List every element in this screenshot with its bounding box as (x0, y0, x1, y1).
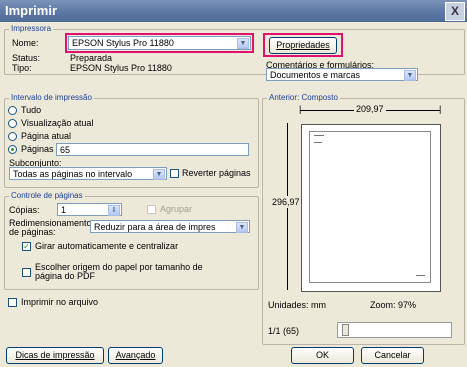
dialog-title: Imprimir (5, 3, 58, 18)
cancel-label: Cancelar (374, 350, 411, 360)
print-to-file-label: Imprimir no arquivo (21, 297, 99, 307)
print-tips-button[interactable]: Dicas de impressão (6, 347, 104, 364)
radio-current-page[interactable] (8, 132, 17, 141)
subset-select[interactable]: Todas as páginas no intervalo ▼ (9, 167, 167, 180)
preview-footer-line (416, 275, 425, 276)
title-bar: Imprimir X (0, 0, 467, 22)
preview-content-frame (309, 131, 431, 283)
page-counter: 1/1 (65) (268, 326, 300, 336)
advanced-label: Avançado (115, 350, 156, 360)
type-label: Tipo: (12, 63, 32, 73)
scaling-label-line2: de páginas: (9, 227, 56, 237)
ok-button[interactable]: OK (291, 347, 354, 364)
chevron-down-icon: ▼ (404, 70, 416, 81)
radio-current-page-label: Página atual (21, 131, 72, 141)
properties-highlight (263, 33, 343, 57)
preview-label: Anterior: Composto (267, 93, 340, 102)
advanced-button[interactable]: Avançado (108, 347, 163, 364)
print-dialog: Imprimir X Impressora Nome: EPSON Stylus… (0, 0, 467, 367)
radio-pages-label: Páginas (21, 144, 54, 154)
reverse-pages-label: Reverter páginas (182, 168, 251, 178)
print-tips-label: Dicas de impressão (15, 350, 95, 360)
spinner-icon[interactable]: ⇕ (108, 205, 120, 216)
copies-value: 1 (61, 205, 67, 215)
width-arrow-left: | (299, 104, 302, 114)
collate-label: Agrupar (160, 204, 193, 214)
close-icon[interactable]: X (445, 2, 465, 21)
comments-select-value: Documentos e marcas (270, 70, 361, 80)
width-arrow-right: | (439, 104, 442, 114)
copies-stepper[interactable]: 1 ⇕ (57, 203, 122, 216)
radio-current-view-label: Visualização atual (21, 118, 94, 128)
scaling-select[interactable]: Reduzir para a área de impres ▼ (90, 220, 250, 233)
units-label: Unidades: mm (268, 300, 327, 310)
status-label: Status: (12, 53, 41, 63)
status-value: Preparada (70, 53, 113, 63)
page-slider-thumb[interactable] (342, 324, 349, 336)
paper-source-checkbox[interactable] (22, 268, 31, 277)
pages-input-value: 65 (60, 145, 71, 155)
chevron-down-icon: ▼ (236, 222, 248, 233)
ok-label: OK (315, 350, 329, 360)
type-value: EPSON Stylus Pro 11880 (70, 63, 172, 73)
subset-select-value: Todas as páginas no intervalo (13, 169, 133, 179)
comments-select[interactable]: Documentos e marcas ▼ (266, 68, 418, 81)
height-value: 296,97 (272, 196, 300, 208)
print-range-label: Intervalo de impressão (9, 93, 94, 102)
page-handling-label: Controle de páginas (9, 191, 85, 200)
pages-input[interactable]: 65 (56, 143, 249, 156)
printer-group-label: Impressora (9, 24, 54, 33)
cancel-button[interactable]: Cancelar (361, 347, 424, 364)
radio-all-label: Tudo (21, 105, 42, 115)
page-slider-track[interactable] (337, 322, 452, 338)
chevron-down-icon: ▼ (153, 169, 165, 180)
auto-rotate-checkbox[interactable]: ✓ (22, 242, 31, 251)
preview-text-line (314, 135, 324, 136)
printer-highlight (65, 33, 254, 53)
print-to-file-checkbox[interactable] (8, 298, 17, 307)
paper-source-label-line2: página do PDF (35, 271, 96, 281)
radio-all[interactable] (8, 106, 17, 115)
reverse-pages-checkbox[interactable] (170, 169, 179, 178)
printer-name-label: Nome: (12, 38, 39, 48)
copies-label: Cópias: (9, 205, 40, 215)
radio-current-view[interactable] (8, 119, 17, 128)
width-value: 209,97 (354, 104, 386, 114)
zoom-label: Zoom: 97% (370, 300, 417, 310)
collate-checkbox[interactable] (147, 205, 156, 214)
auto-rotate-label: Girar automaticamente e centralizar (35, 241, 179, 251)
preview-text-line (314, 142, 322, 143)
page-preview (301, 124, 441, 292)
radio-pages[interactable] (8, 145, 17, 154)
scaling-select-value: Reduzir para a área de impres (94, 222, 216, 232)
